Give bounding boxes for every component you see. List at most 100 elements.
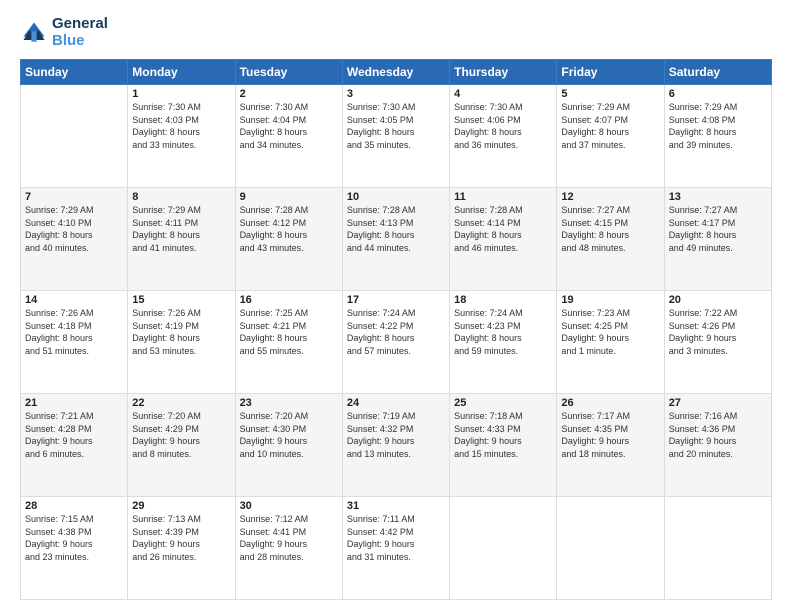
day-cell: 26Sunrise: 7:17 AM Sunset: 4:35 PM Dayli… xyxy=(557,394,664,497)
page: General Blue SundayMondayTuesdayWednesda… xyxy=(0,0,792,612)
day-info: Sunrise: 7:30 AM Sunset: 4:06 PM Dayligh… xyxy=(454,101,552,151)
day-number: 14 xyxy=(25,294,123,306)
day-number: 9 xyxy=(240,191,338,203)
day-info: Sunrise: 7:18 AM Sunset: 4:33 PM Dayligh… xyxy=(454,410,552,460)
logo-icon xyxy=(20,19,48,47)
day-info: Sunrise: 7:24 AM Sunset: 4:22 PM Dayligh… xyxy=(347,307,445,357)
day-number: 3 xyxy=(347,88,445,100)
day-info: Sunrise: 7:29 AM Sunset: 4:10 PM Dayligh… xyxy=(25,204,123,254)
day-cell: 28Sunrise: 7:15 AM Sunset: 4:38 PM Dayli… xyxy=(21,497,128,600)
day-cell: 23Sunrise: 7:20 AM Sunset: 4:30 PM Dayli… xyxy=(235,394,342,497)
day-number: 30 xyxy=(240,500,338,512)
week-row-1: 1Sunrise: 7:30 AM Sunset: 4:03 PM Daylig… xyxy=(21,85,772,188)
day-number: 16 xyxy=(240,294,338,306)
day-info: Sunrise: 7:12 AM Sunset: 4:41 PM Dayligh… xyxy=(240,513,338,563)
day-info: Sunrise: 7:29 AM Sunset: 4:07 PM Dayligh… xyxy=(561,101,659,151)
day-cell: 1Sunrise: 7:30 AM Sunset: 4:03 PM Daylig… xyxy=(128,85,235,188)
day-cell: 31Sunrise: 7:11 AM Sunset: 4:42 PM Dayli… xyxy=(342,497,449,600)
day-cell xyxy=(450,497,557,600)
day-number: 29 xyxy=(132,500,230,512)
day-cell: 16Sunrise: 7:25 AM Sunset: 4:21 PM Dayli… xyxy=(235,291,342,394)
week-row-5: 28Sunrise: 7:15 AM Sunset: 4:38 PM Dayli… xyxy=(21,497,772,600)
day-number: 21 xyxy=(25,397,123,409)
day-info: Sunrise: 7:29 AM Sunset: 4:11 PM Dayligh… xyxy=(132,204,230,254)
day-number: 17 xyxy=(347,294,445,306)
weekday-header-monday: Monday xyxy=(128,60,235,85)
day-info: Sunrise: 7:15 AM Sunset: 4:38 PM Dayligh… xyxy=(25,513,123,563)
day-info: Sunrise: 7:17 AM Sunset: 4:35 PM Dayligh… xyxy=(561,410,659,460)
day-number: 7 xyxy=(25,191,123,203)
day-info: Sunrise: 7:13 AM Sunset: 4:39 PM Dayligh… xyxy=(132,513,230,563)
day-info: Sunrise: 7:30 AM Sunset: 4:03 PM Dayligh… xyxy=(132,101,230,151)
day-cell: 2Sunrise: 7:30 AM Sunset: 4:04 PM Daylig… xyxy=(235,85,342,188)
day-info: Sunrise: 7:28 AM Sunset: 4:12 PM Dayligh… xyxy=(240,204,338,254)
day-cell: 4Sunrise: 7:30 AM Sunset: 4:06 PM Daylig… xyxy=(450,85,557,188)
day-number: 12 xyxy=(561,191,659,203)
day-cell: 25Sunrise: 7:18 AM Sunset: 4:33 PM Dayli… xyxy=(450,394,557,497)
day-number: 24 xyxy=(347,397,445,409)
day-cell: 9Sunrise: 7:28 AM Sunset: 4:12 PM Daylig… xyxy=(235,188,342,291)
day-number: 8 xyxy=(132,191,230,203)
logo-text: General Blue xyxy=(52,16,108,49)
day-info: Sunrise: 7:16 AM Sunset: 4:36 PM Dayligh… xyxy=(669,410,767,460)
day-info: Sunrise: 7:25 AM Sunset: 4:21 PM Dayligh… xyxy=(240,307,338,357)
day-cell: 17Sunrise: 7:24 AM Sunset: 4:22 PM Dayli… xyxy=(342,291,449,394)
day-number: 5 xyxy=(561,88,659,100)
day-cell xyxy=(557,497,664,600)
day-info: Sunrise: 7:11 AM Sunset: 4:42 PM Dayligh… xyxy=(347,513,445,563)
day-cell: 29Sunrise: 7:13 AM Sunset: 4:39 PM Dayli… xyxy=(128,497,235,600)
day-cell: 24Sunrise: 7:19 AM Sunset: 4:32 PM Dayli… xyxy=(342,394,449,497)
day-number: 10 xyxy=(347,191,445,203)
day-number: 15 xyxy=(132,294,230,306)
day-info: Sunrise: 7:19 AM Sunset: 4:32 PM Dayligh… xyxy=(347,410,445,460)
header: General Blue xyxy=(20,16,772,49)
day-cell: 15Sunrise: 7:26 AM Sunset: 4:19 PM Dayli… xyxy=(128,291,235,394)
day-cell: 30Sunrise: 7:12 AM Sunset: 4:41 PM Dayli… xyxy=(235,497,342,600)
day-number: 11 xyxy=(454,191,552,203)
day-cell xyxy=(664,497,771,600)
day-number: 4 xyxy=(454,88,552,100)
day-number: 2 xyxy=(240,88,338,100)
day-cell: 5Sunrise: 7:29 AM Sunset: 4:07 PM Daylig… xyxy=(557,85,664,188)
day-cell: 11Sunrise: 7:28 AM Sunset: 4:14 PM Dayli… xyxy=(450,188,557,291)
day-number: 26 xyxy=(561,397,659,409)
day-info: Sunrise: 7:20 AM Sunset: 4:30 PM Dayligh… xyxy=(240,410,338,460)
day-number: 13 xyxy=(669,191,767,203)
day-number: 20 xyxy=(669,294,767,306)
day-number: 6 xyxy=(669,88,767,100)
day-number: 18 xyxy=(454,294,552,306)
day-cell: 13Sunrise: 7:27 AM Sunset: 4:17 PM Dayli… xyxy=(664,188,771,291)
weekday-header-sunday: Sunday xyxy=(21,60,128,85)
day-cell xyxy=(21,85,128,188)
week-row-3: 14Sunrise: 7:26 AM Sunset: 4:18 PM Dayli… xyxy=(21,291,772,394)
day-number: 19 xyxy=(561,294,659,306)
day-info: Sunrise: 7:20 AM Sunset: 4:29 PM Dayligh… xyxy=(132,410,230,460)
weekday-header-tuesday: Tuesday xyxy=(235,60,342,85)
day-cell: 3Sunrise: 7:30 AM Sunset: 4:05 PM Daylig… xyxy=(342,85,449,188)
weekday-header-saturday: Saturday xyxy=(664,60,771,85)
day-info: Sunrise: 7:30 AM Sunset: 4:05 PM Dayligh… xyxy=(347,101,445,151)
day-cell: 27Sunrise: 7:16 AM Sunset: 4:36 PM Dayli… xyxy=(664,394,771,497)
weekday-header-wednesday: Wednesday xyxy=(342,60,449,85)
logo: General Blue xyxy=(20,16,108,49)
weekday-header-thursday: Thursday xyxy=(450,60,557,85)
day-cell: 21Sunrise: 7:21 AM Sunset: 4:28 PM Dayli… xyxy=(21,394,128,497)
day-info: Sunrise: 7:29 AM Sunset: 4:08 PM Dayligh… xyxy=(669,101,767,151)
day-cell: 18Sunrise: 7:24 AM Sunset: 4:23 PM Dayli… xyxy=(450,291,557,394)
day-info: Sunrise: 7:21 AM Sunset: 4:28 PM Dayligh… xyxy=(25,410,123,460)
day-cell: 14Sunrise: 7:26 AM Sunset: 4:18 PM Dayli… xyxy=(21,291,128,394)
day-info: Sunrise: 7:26 AM Sunset: 4:18 PM Dayligh… xyxy=(25,307,123,357)
day-cell: 10Sunrise: 7:28 AM Sunset: 4:13 PM Dayli… xyxy=(342,188,449,291)
day-cell: 8Sunrise: 7:29 AM Sunset: 4:11 PM Daylig… xyxy=(128,188,235,291)
day-info: Sunrise: 7:26 AM Sunset: 4:19 PM Dayligh… xyxy=(132,307,230,357)
day-number: 27 xyxy=(669,397,767,409)
day-info: Sunrise: 7:27 AM Sunset: 4:15 PM Dayligh… xyxy=(561,204,659,254)
day-cell: 20Sunrise: 7:22 AM Sunset: 4:26 PM Dayli… xyxy=(664,291,771,394)
day-info: Sunrise: 7:23 AM Sunset: 4:25 PM Dayligh… xyxy=(561,307,659,357)
week-row-2: 7Sunrise: 7:29 AM Sunset: 4:10 PM Daylig… xyxy=(21,188,772,291)
day-number: 31 xyxy=(347,500,445,512)
day-info: Sunrise: 7:28 AM Sunset: 4:13 PM Dayligh… xyxy=(347,204,445,254)
day-info: Sunrise: 7:24 AM Sunset: 4:23 PM Dayligh… xyxy=(454,307,552,357)
week-row-4: 21Sunrise: 7:21 AM Sunset: 4:28 PM Dayli… xyxy=(21,394,772,497)
day-info: Sunrise: 7:28 AM Sunset: 4:14 PM Dayligh… xyxy=(454,204,552,254)
